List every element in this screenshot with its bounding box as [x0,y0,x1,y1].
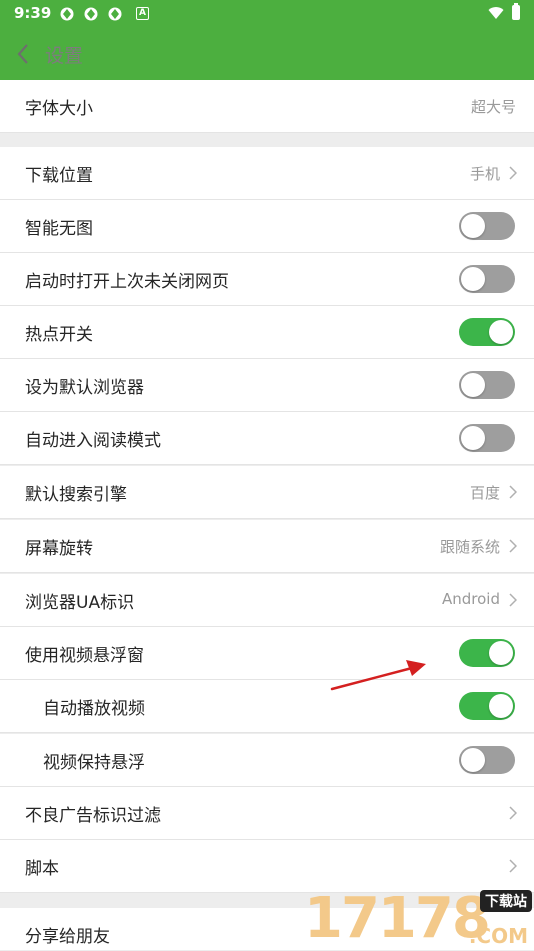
setting-video-keep-float: 视频保持悬浮 [0,734,534,787]
setting-autoplay-video: 自动播放视频 [0,680,534,733]
setting-label: 默认搜索引擎 [25,485,127,505]
setting-label: 启动时打开上次未关闭网页 [25,272,229,292]
battery-icon [512,5,520,20]
annotation-arrow-icon [330,660,426,691]
app-bar: 设置 [0,28,534,80]
setting-label: 不良广告标识过滤 [25,806,161,826]
watermark-logo: 17178 下载站 .COM [304,888,532,950]
setting-ua[interactable]: 浏览器UA标识 Android [0,574,534,627]
back-arrow-icon[interactable] [16,42,30,66]
setting-label: 字体大小 [25,99,93,119]
toggle-switch[interactable] [459,746,515,774]
setting-label: 智能无图 [25,219,93,239]
setting-value: 跟随系统 [439,538,500,556]
setting-label: 屏幕旋转 [25,539,93,559]
notification-icon [60,7,74,21]
setting-label: 设为默认浏览器 [25,378,144,398]
toggle-switch[interactable] [459,371,515,399]
wifi-icon [488,7,504,20]
setting-hotspot: 热点开关 [0,306,534,359]
toggle-knob [461,267,485,291]
chevron-right-icon [509,485,517,499]
notification-icon [84,7,98,21]
setting-search-engine[interactable]: 默认搜索引擎 百度 [0,466,534,519]
chevron-right-icon [509,539,517,553]
setting-label: 自动进入阅读模式 [25,431,161,451]
toggle-knob [489,320,513,344]
setting-label: 使用视频悬浮窗 [25,646,144,666]
page-title: 设置 [45,45,84,67]
toggle-switch[interactable] [459,318,515,346]
toggle-knob [461,373,485,397]
setting-label: 下载位置 [25,166,93,186]
setting-value: 手机 [469,165,500,183]
setting-label: 浏览器UA标识 [25,593,135,613]
setting-value: 百度 [469,484,500,502]
setting-download-location[interactable]: 下载位置 手机 [0,147,534,200]
chevron-right-icon [509,166,517,180]
setting-font-size[interactable]: 字体大小 超大号 [0,80,534,133]
toggle-switch[interactable] [459,265,515,293]
notification-icon [108,7,122,21]
setting-value: Android [442,590,500,608]
setting-label: 视频保持悬浮 [43,753,145,773]
toggle-switch[interactable] [459,639,515,667]
chevron-right-icon [509,593,517,607]
setting-label: 脚本 [25,859,59,879]
setting-label: 分享给朋友 [25,927,110,947]
setting-default-browser: 设为默认浏览器 [0,359,534,412]
setting-label: 自动播放视频 [43,699,145,719]
toggle-knob [489,641,513,665]
watermark-tag: 下载站 [480,890,532,912]
chevron-right-icon [509,859,517,873]
setting-screen-rotation[interactable]: 屏幕旋转 跟随系统 [0,520,534,573]
toggle-knob [461,214,485,238]
watermark-domain: .COM [468,924,528,948]
watermark-digits: 17178 [304,886,491,951]
setting-restore-tabs: 启动时打开上次未关闭网页 [0,253,534,306]
toggle-switch[interactable] [459,212,515,240]
setting-video-float: 使用视频悬浮窗 [0,627,534,680]
status-bar: 9:39 A [0,0,534,28]
setting-label: 热点开关 [25,325,93,345]
setting-reading-mode: 自动进入阅读模式 [0,412,534,465]
setting-value: 超大号 [470,98,516,116]
a-icon: A [136,7,149,20]
setting-ad-filter[interactable]: 不良广告标识过滤 [0,787,534,840]
toggle-knob [461,748,485,772]
chevron-right-icon [509,806,517,820]
toggle-switch[interactable] [459,424,515,452]
status-time: 9:39 [14,4,52,22]
toggle-knob [489,694,513,718]
toggle-switch[interactable] [459,692,515,720]
toggle-knob [461,426,485,450]
setting-smart-no-image: 智能无图 [0,200,534,253]
